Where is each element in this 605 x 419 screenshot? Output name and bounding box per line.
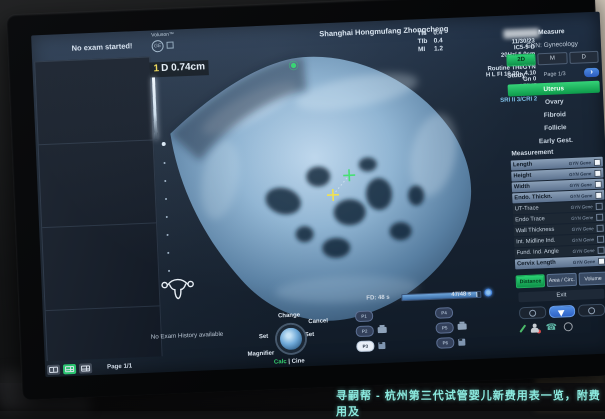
- trackball-set-right: Set: [305, 332, 315, 338]
- phone-icon[interactable]: ☎: [546, 323, 558, 332]
- distance-button[interactable]: Distance: [516, 274, 546, 288]
- system-status-icon[interactable]: [484, 288, 492, 296]
- toggle-left[interactable]: [519, 306, 546, 319]
- measure-panel: Measure GYN: Gynecology 2D M D Study Pag…: [505, 20, 605, 354]
- voluson-logo-text: Voluson™: [151, 32, 174, 39]
- trackball-set-left: Set: [259, 334, 269, 340]
- exit-button[interactable]: Exit: [518, 289, 604, 303]
- video-caption: 寻嗣帮 - 杭州第三代试管婴儿新费用表一览，附费用及: [336, 387, 605, 419]
- trackball-magnifier: Magnifier: [248, 351, 275, 358]
- layout-list-button[interactable]: [79, 363, 92, 374]
- logo-square-icon: [166, 42, 173, 49]
- save-disk-icon: [378, 341, 385, 348]
- trackball-icon: [276, 324, 305, 353]
- layout-single-button[interactable]: [47, 365, 60, 376]
- area-circ-button[interactable]: Area / Circ.: [547, 273, 577, 287]
- trackball-change: Change: [278, 312, 300, 319]
- printer-icon: [378, 327, 387, 333]
- pointer-toggle-group: [519, 304, 605, 320]
- trackball-calc-cine: Calc | Cine: [274, 358, 305, 365]
- study-list: Uterus Ovary Fibroid Follicle Early Gest…: [508, 81, 603, 150]
- pkeys-right: P4 P5 P6: [435, 305, 477, 352]
- ultrasound-screen: No exam started! Voluson™ GE 1D 0.74cm: [31, 12, 605, 378]
- pkey-p5[interactable]: P5: [435, 322, 453, 334]
- study-page: Page 1/3: [525, 70, 584, 78]
- voluson-logo: Voluson™ GE: [151, 32, 175, 52]
- checkbox[interactable]: [597, 235, 604, 242]
- exam-status-text: No exam started!: [72, 42, 133, 53]
- ge-logo-icon: GE: [151, 40, 163, 52]
- measurement-header: Measurement: [511, 149, 553, 158]
- checkbox[interactable]: [597, 246, 604, 253]
- pkey-p6[interactable]: P6: [436, 337, 454, 349]
- measurement-rows: LengthGYN Gene HeightGYN Gene WidthGYN G…: [511, 157, 605, 271]
- tis-value: 0.4: [433, 29, 442, 36]
- checkbox[interactable]: [596, 213, 603, 220]
- checkbox[interactable]: [595, 180, 602, 187]
- layout-buttons: [47, 363, 92, 375]
- history-page-indicator: Page 1/1: [107, 363, 132, 371]
- trackball-cancel: Cancel: [308, 318, 328, 325]
- printer-icon: [458, 323, 467, 329]
- user-status-icon[interactable]: [531, 323, 539, 332]
- pkeys-left: P1 P2 P3: [355, 308, 397, 355]
- study-next-button[interactable]: ›: [584, 68, 599, 78]
- tab-m[interactable]: M: [538, 52, 568, 65]
- layout-quad-button[interactable]: [63, 364, 76, 375]
- checkbox[interactable]: [598, 257, 605, 264]
- cursor-icon: [558, 307, 567, 316]
- fd-counter: 47/48 s: [451, 291, 471, 299]
- uterus-bodymark-icon: [159, 275, 196, 302]
- panel-title: Measure: [505, 27, 597, 38]
- trackball-hint: Change Cancel Set Set Magnifier Calc | C…: [246, 311, 334, 369]
- circle-icon: [588, 307, 595, 314]
- checkbox[interactable]: [594, 169, 601, 176]
- fd-label: FD: 48 s: [366, 295, 390, 303]
- checkbox[interactable]: [596, 224, 603, 231]
- study-row: Study Page 1/3 ›: [507, 68, 599, 81]
- mode-tabs: 2D M D: [506, 51, 598, 67]
- pkey-p3[interactable]: P3: [356, 340, 374, 352]
- panel-subtitle: GYN: Gynecology: [506, 40, 598, 51]
- pkey-p2[interactable]: P2: [356, 325, 374, 337]
- volume-button[interactable]: Volume: [578, 272, 605, 286]
- photo-background: No exam started! Voluson™ GE 1D 0.74cm: [0, 0, 605, 411]
- tab-2d[interactable]: 2D: [506, 53, 536, 66]
- toggle-cursor[interactable]: [549, 305, 576, 318]
- circle-icon: [529, 309, 536, 316]
- network-icon[interactable]: [564, 322, 573, 331]
- checkbox[interactable]: [596, 202, 603, 209]
- pkey-p4[interactable]: P4: [435, 307, 453, 319]
- save-disk-icon: [458, 338, 465, 345]
- study-item-early-gest[interactable]: Early Gest.: [510, 133, 602, 149]
- pkey-p1[interactable]: P1: [355, 310, 373, 322]
- study-label: Study: [507, 72, 525, 80]
- checkbox[interactable]: [594, 158, 601, 165]
- toggle-right[interactable]: [578, 304, 605, 317]
- measure-actions: Distance Area / Circ. Volume: [516, 272, 605, 289]
- checkbox[interactable]: [595, 191, 602, 198]
- monitor-bezel: No exam started! Voluson™ GE 1D 0.74cm: [6, 0, 605, 400]
- tab-d[interactable]: D: [569, 51, 599, 64]
